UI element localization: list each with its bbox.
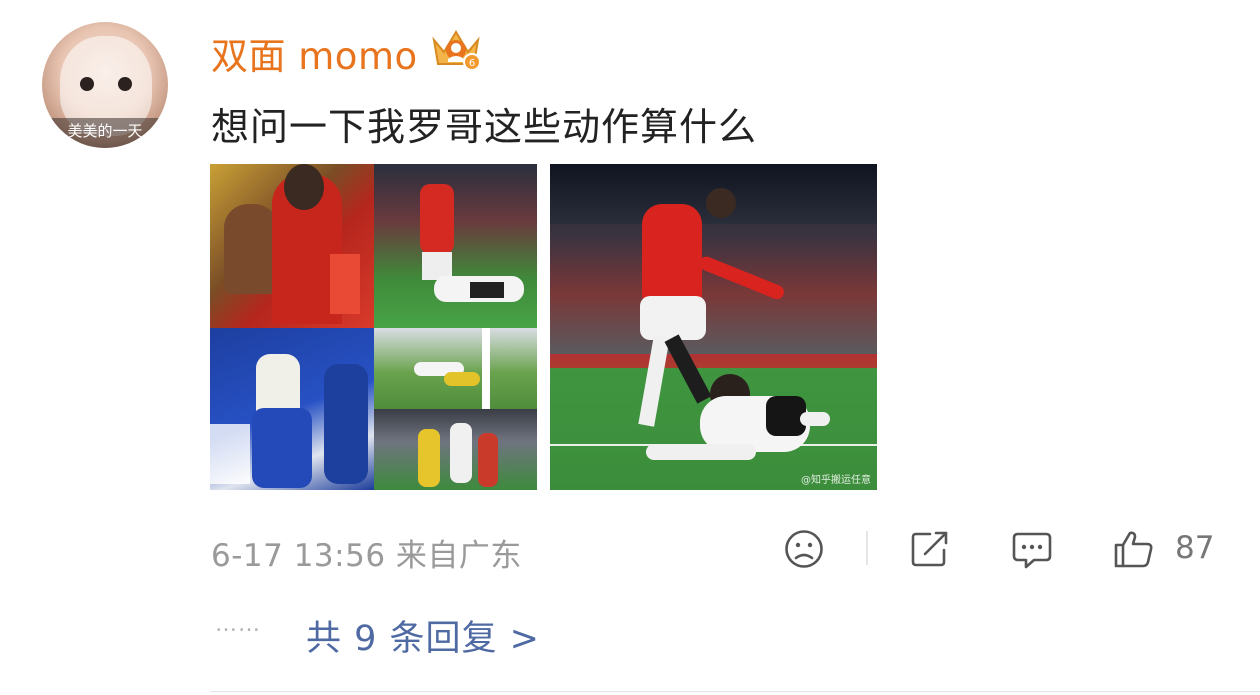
svg-text:6: 6 [469, 58, 475, 69]
image-watermark: @知乎搬运任意 [801, 475, 871, 486]
collage-tile-3 [210, 328, 374, 490]
comment-location: 来自广东 [395, 538, 522, 574]
comment-meta: 6-17 13:56 来自广东 [211, 530, 522, 575]
emoji-face-icon[interactable] [782, 528, 826, 570]
avatar-eye-left [80, 77, 94, 91]
collage-tile-5 [374, 409, 537, 490]
comment-text: 想问一下我罗哥这些动作算什么 [211, 105, 758, 149]
collage-image[interactable] [210, 164, 537, 490]
vip-crown-badge-icon: 6 [432, 30, 481, 71]
like-count: 87 [1175, 530, 1215, 566]
view-replies-link[interactable]: 共 9 条回复 > [306, 610, 540, 661]
comment-datetime: 6-17 13:56 [211, 538, 386, 574]
bottom-divider [210, 691, 1260, 692]
comment-bubble-icon[interactable] [1010, 528, 1054, 570]
share-icon[interactable] [908, 528, 952, 570]
reply-dots: …… [215, 612, 261, 637]
collage-tile-4 [374, 328, 537, 409]
match-photo-image[interactable]: @知乎搬运任意 [550, 164, 877, 490]
collage-tile-1 [210, 164, 374, 328]
avatar-caption: 美美的一天 [42, 118, 168, 148]
avatar-eye-right [118, 77, 132, 91]
username[interactable]: 双面 momo [211, 26, 418, 80]
thumbs-up-icon[interactable] [1112, 528, 1156, 570]
action-divider [866, 531, 868, 565]
comment-card: 美美的一天 双面 momo 6 想问一下我罗哥这些动作算什么 @知乎搬运任意 6… [0, 0, 1260, 695]
collage-tile-2 [374, 164, 537, 328]
avatar[interactable]: 美美的一天 [42, 22, 168, 148]
